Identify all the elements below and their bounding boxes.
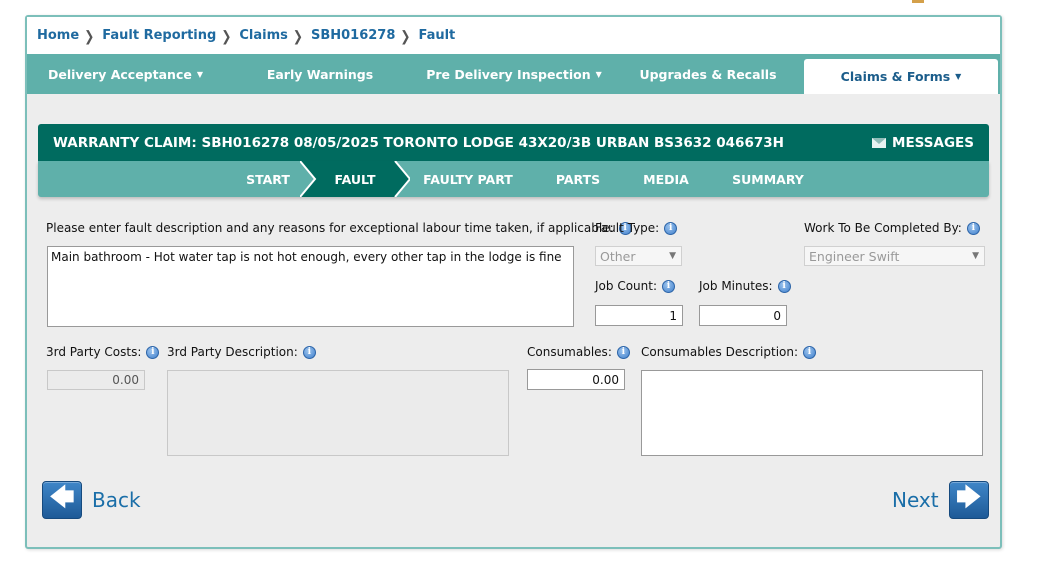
- consumables-description-label: Consumables Description: i: [641, 345, 817, 359]
- breadcrumb-home[interactable]: Home: [37, 28, 79, 43]
- job-minutes-input[interactable]: [699, 305, 787, 326]
- nav-pre-delivery-inspection[interactable]: Pre Delivery Inspection ▼: [416, 54, 612, 94]
- nav-label: Delivery Acceptance: [48, 66, 192, 82]
- step-label: START: [246, 171, 290, 187]
- third-party-description-label: 3rd Party Description: i: [167, 345, 316, 359]
- page-frame: Home ❯ Fault Reporting ❯ Claims ❯ SBH016278…: [25, 15, 1002, 549]
- select-value: Engineer Swift: [809, 248, 900, 264]
- step-label: SUMMARY: [732, 171, 804, 187]
- caret-down-icon: ▼: [955, 72, 962, 81]
- select-value: Other: [600, 248, 636, 264]
- consumables-description-input[interactable]: [641, 370, 983, 456]
- fault-description-input[interactable]: Main bathroom - Hot water tap is not hot…: [47, 246, 574, 327]
- job-count-label: Job Count: i: [595, 279, 675, 293]
- info-icon[interactable]: i: [664, 221, 678, 235]
- info-icon[interactable]: i: [803, 345, 817, 359]
- back-button[interactable]: 🡄 Back: [42, 481, 141, 519]
- breadcrumb-claim-id[interactable]: SBH016278: [311, 28, 395, 43]
- label-text: Job Minutes:: [699, 279, 773, 293]
- caret-down-icon: ▼: [595, 69, 602, 79]
- label-text: Please enter fault description and any r…: [46, 221, 614, 235]
- label-text: Job Count:: [595, 279, 657, 293]
- label-text: 3rd Party Costs:: [46, 345, 142, 359]
- envelope-icon: [872, 137, 887, 148]
- job-minutes-label: Job Minutes: i: [699, 279, 791, 293]
- nav-label: Claims & Forms: [840, 69, 951, 84]
- work-by-label: Work To Be Completed By: i: [804, 221, 980, 235]
- third-party-costs-label: 3rd Party Costs: i: [46, 345, 160, 359]
- nav-label: Upgrades & Recalls: [639, 66, 777, 82]
- nav-label: Pre Delivery Inspection: [426, 66, 591, 82]
- breadcrumb-claims[interactable]: Claims: [239, 28, 288, 43]
- info-icon[interactable]: i: [616, 345, 630, 359]
- step-summary[interactable]: SUMMARY: [724, 161, 812, 197]
- label-text: Consumables Description:: [641, 345, 799, 359]
- nav-delivery-acceptance[interactable]: Delivery Acceptance ▼: [27, 54, 224, 94]
- fault-type-label: Fault Type: i: [595, 221, 678, 235]
- breadcrumb-fault[interactable]: Fault: [418, 28, 455, 43]
- arrow-right-icon: 🡆: [948, 481, 989, 519]
- nav-upgrades-recalls[interactable]: Upgrades & Recalls: [612, 54, 804, 94]
- breadcrumb: Home ❯ Fault Reporting ❯ Claims ❯ SBH016278…: [27, 17, 1000, 54]
- work-by-select[interactable]: Engineer Swift ▼: [804, 246, 985, 266]
- messages-label: MESSAGES: [892, 134, 974, 151]
- nav-claims-forms[interactable]: Claims & Forms ▼: [804, 59, 998, 94]
- next-button[interactable]: Next 🡆: [892, 481, 989, 519]
- step-parts[interactable]: PARTS: [546, 161, 610, 197]
- arrow-left-icon: 🡄: [42, 481, 82, 519]
- third-party-description-input[interactable]: [167, 370, 509, 456]
- chevron-right-icon: ❯: [400, 27, 411, 44]
- nav-label: Early Warnings: [266, 66, 374, 82]
- info-icon[interactable]: i: [777, 279, 791, 293]
- label-text: Consumables:: [527, 345, 612, 359]
- claim-title: WARRANTY CLAIM: SBH016278 08/05/2025 TOR…: [53, 134, 784, 151]
- job-count-input[interactable]: [595, 305, 683, 326]
- next-label: Next: [892, 488, 939, 512]
- step-label: MEDIA: [643, 171, 689, 187]
- step-start[interactable]: START: [233, 161, 303, 197]
- caret-down-icon: ▼: [196, 69, 203, 79]
- chevron-down-icon: ▼: [972, 251, 979, 261]
- fault-type-select[interactable]: Other ▼: [595, 246, 682, 266]
- main-nav: Delivery Acceptance ▼ Early Warnings Pre …: [27, 54, 1000, 94]
- label-text: 3rd Party Description:: [167, 345, 298, 359]
- breadcrumb-fault-reporting[interactable]: Fault Reporting: [102, 28, 216, 43]
- step-chevron: [300, 161, 410, 197]
- info-icon[interactable]: i: [966, 221, 980, 235]
- chevron-right-icon: ❯: [221, 27, 232, 44]
- back-label: Back: [92, 488, 141, 512]
- consumables-label: Consumables: i: [527, 345, 630, 359]
- step-faulty-part[interactable]: FAULTY PART: [413, 161, 523, 197]
- info-icon[interactable]: i: [662, 279, 675, 293]
- messages-button[interactable]: MESSAGES: [872, 135, 974, 151]
- fault-description-label: Please enter fault description and any r…: [46, 221, 632, 235]
- corner-decoration: [912, 0, 924, 3]
- chevron-down-icon: ▼: [669, 251, 676, 261]
- step-bar: START FAULT FAULTY PART PARTS MEDIA SUMM…: [38, 161, 989, 197]
- step-label: FAULTY PART: [423, 171, 513, 187]
- chevron-right-icon: ❯: [84, 27, 95, 44]
- label-text: Fault Type:: [595, 221, 660, 235]
- nav-early-warnings[interactable]: Early Warnings: [224, 54, 416, 94]
- third-party-costs-input[interactable]: [47, 370, 145, 390]
- info-icon[interactable]: i: [146, 345, 160, 359]
- step-media[interactable]: MEDIA: [632, 161, 700, 197]
- info-icon[interactable]: i: [302, 345, 316, 359]
- label-text: Work To Be Completed By:: [804, 221, 962, 235]
- consumables-input[interactable]: [527, 369, 625, 390]
- claim-header: WARRANTY CLAIM: SBH016278 08/05/2025 TOR…: [38, 124, 989, 161]
- step-label: PARTS: [555, 171, 601, 187]
- chevron-right-icon: ❯: [292, 27, 303, 44]
